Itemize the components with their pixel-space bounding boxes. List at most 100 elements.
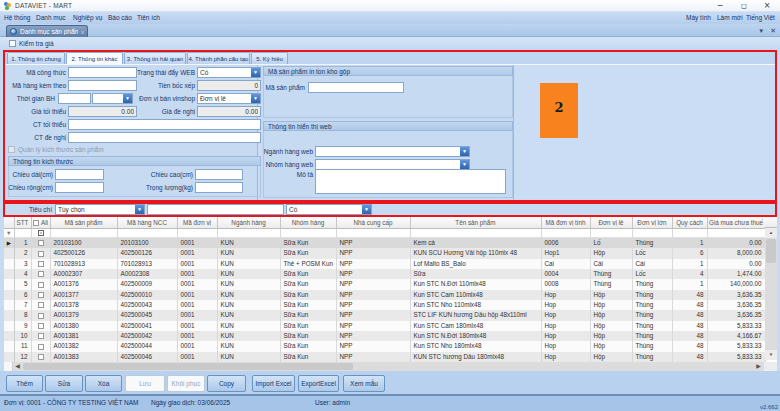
horizontal-scrollbar[interactable]: ◀ ▶ xyxy=(4,362,777,371)
cell-select[interactable] xyxy=(31,341,50,351)
row-checkbox[interactable] xyxy=(38,251,44,257)
cell-select[interactable] xyxy=(31,279,50,289)
action-button-7[interactable]: Import Excel xyxy=(252,375,295,392)
menu-item-right-2[interactable]: Làm mới xyxy=(717,12,743,24)
nhom-hang-web-dropdown-icon[interactable]: ▼ xyxy=(460,160,469,169)
grid-filter-cell-5[interactable] xyxy=(177,229,217,238)
detail-tab-5[interactable]: 5. Ký hiệu xyxy=(251,52,288,64)
row-checkbox[interactable] xyxy=(38,271,44,277)
tab-list-dropdown-icon[interactable]: ▼ xyxy=(758,28,764,34)
quan-ly-kich-thuoc-checkbox-box[interactable] xyxy=(8,146,15,153)
document-tab-close-icon[interactable]: x xyxy=(81,29,84,35)
action-button-3[interactable]: Xóa xyxy=(85,375,122,392)
tieu-chi-text-input[interactable] xyxy=(147,204,284,215)
gia-toi-thieu-input[interactable] xyxy=(68,106,137,117)
menu-item-right-1[interactable]: Máy tính xyxy=(686,12,711,24)
cell-select[interactable] xyxy=(31,238,50,249)
cell-select[interactable] xyxy=(31,269,50,279)
filter-all-checkbox[interactable] xyxy=(38,230,44,236)
scroll-up-icon[interactable]: ▲ xyxy=(765,228,777,238)
grid-filter-cell-13[interactable] xyxy=(672,229,707,238)
grid-column-header-9[interactable]: Tên sản phẩm xyxy=(410,217,541,229)
grid-filter-cell-10[interactable] xyxy=(541,229,590,238)
ct-toi-thieu-input[interactable] xyxy=(68,119,261,130)
check-price-checkbox-box[interactable] xyxy=(9,40,16,47)
trong-luong-input[interactable] xyxy=(195,182,243,193)
action-button-1[interactable]: Thêm xyxy=(6,375,43,392)
menu-item-4[interactable]: Báo cáo xyxy=(108,12,132,24)
row-checkbox[interactable] xyxy=(38,323,44,329)
grid-column-header-14[interactable]: Giá mua chưa thuế xyxy=(707,217,765,229)
scroll-right-icon[interactable]: ▶ xyxy=(754,362,763,371)
scroll-down-icon[interactable]: ▼ xyxy=(765,350,777,360)
trang-thai-web-dropdown-icon[interactable]: ▼ xyxy=(251,68,260,77)
cell-select[interactable] xyxy=(31,352,50,362)
cell-select[interactable] xyxy=(31,248,50,258)
action-button-4[interactable]: Lưu xyxy=(125,375,165,392)
menu-item-right-3[interactable]: Tiếng Việt xyxy=(746,12,775,24)
grid-column-header-5[interactable]: Mã đơn vị xyxy=(177,217,217,229)
grid-column-header-11[interactable]: Đơn vị lẻ xyxy=(590,217,632,229)
menu-item-3[interactable]: Nghiệp vụ xyxy=(73,12,102,24)
document-tab-danh-muc-san-pham[interactable]: Danh mục sản phẩm x xyxy=(6,25,88,37)
ma-hang-kem-theo-input[interactable] xyxy=(68,80,137,91)
cell-select[interactable] xyxy=(31,321,50,331)
table-row-5[interactable]: 5A0013764025000090001KUNSữa KunNPPKun ST… xyxy=(4,279,765,289)
action-button-6[interactable]: Copy xyxy=(207,375,246,392)
close-button[interactable]: × xyxy=(759,0,775,12)
cell-select[interactable] xyxy=(31,290,50,300)
menu-item-2[interactable]: Danh mục xyxy=(36,12,66,24)
action-button-5[interactable]: Khôi phục xyxy=(167,375,205,392)
action-button-8[interactable]: ExportExcel xyxy=(298,375,339,392)
grid-filter-cell-6[interactable] xyxy=(217,229,280,238)
grid-filter-cell-1[interactable] xyxy=(14,229,31,238)
grid-filter-cell-8[interactable] xyxy=(336,229,410,238)
row-checkbox[interactable] xyxy=(38,240,44,246)
row-checkbox[interactable] xyxy=(38,313,44,319)
table-row-10[interactable]: 10A0013814025000420001KUNSữa KunNPPKun S… xyxy=(4,331,765,341)
grid-column-header-6[interactable]: Ngành hàng xyxy=(217,217,280,229)
tieu-chi-bool-dropdown-icon[interactable]: ▼ xyxy=(362,205,371,214)
cell-select[interactable] xyxy=(31,259,50,269)
grid-column-header-13[interactable]: Quy cách xyxy=(672,217,707,229)
check-price-checkbox[interactable]: Kiểm tra giá xyxy=(9,40,54,47)
tab-strip-close-icon[interactable]: ✕ xyxy=(770,27,776,35)
chieu-cao-input[interactable] xyxy=(195,169,243,180)
vertical-scrollbar-thumb[interactable] xyxy=(766,239,776,263)
table-row-11[interactable]: 11A0013824025000440001KUNSữa KunNPPKun S… xyxy=(4,341,765,351)
maximize-button[interactable]: ◻ xyxy=(736,0,752,12)
row-checkbox[interactable] xyxy=(38,282,44,288)
grid-filter-cell-14[interactable] xyxy=(707,229,765,238)
tieu-chi-criteria-combo[interactable]: Tùy chọn ▼ xyxy=(55,204,145,215)
row-checkbox[interactable] xyxy=(38,292,44,298)
trang-thai-web-combo[interactable]: Có ▼ xyxy=(197,67,261,78)
grid-filter-cell-9[interactable] xyxy=(410,229,541,238)
chieu-rong-input[interactable] xyxy=(55,182,104,193)
table-row-2[interactable]: 24025001264025001260001KUNSữa KunNPPKUN … xyxy=(4,248,765,258)
grid-column-header-7[interactable]: Nhóm hàng xyxy=(280,217,336,229)
ma-san-pham-input[interactable] xyxy=(308,82,404,93)
grid-column-header-12[interactable]: Đơn vị lớn xyxy=(632,217,672,229)
grid-filter-cell-7[interactable] xyxy=(280,229,336,238)
ma-cong-thuc-input[interactable] xyxy=(68,67,137,78)
thoi-gian-bh-input[interactable] xyxy=(58,93,91,104)
tieu-chi-criteria-dropdown-icon[interactable]: ▼ xyxy=(135,205,144,214)
detail-tab-2[interactable]: 2. Thông tin khác xyxy=(66,52,123,64)
mo-ta-textarea[interactable] xyxy=(315,169,506,194)
don-vi-ban-vinshop-dropdown-icon[interactable]: ▼ xyxy=(251,94,260,103)
chieu-dai-input[interactable] xyxy=(55,169,104,180)
select-all-checkbox[interactable] xyxy=(33,220,39,226)
row-checkbox[interactable] xyxy=(38,344,44,350)
thoi-gian-bh-unit-combo[interactable]: ▼ xyxy=(92,93,133,104)
quan-ly-kich-thuoc-checkbox[interactable]: Quản lý kích thước sản phẩm xyxy=(8,146,104,153)
row-checkbox[interactable] xyxy=(38,333,44,339)
row-checkbox[interactable] xyxy=(38,261,44,267)
table-row-1[interactable]: ▶120103100201031000001KUNSữa KunNPPKem c… xyxy=(4,238,765,249)
grid-column-header-3[interactable]: Mã sản phẩm xyxy=(50,217,117,229)
gia-de-nghi-input[interactable] xyxy=(197,106,261,117)
tieu-chi-bool-combo[interactable]: Có ▼ xyxy=(286,204,372,215)
detail-tab-1[interactable]: 1. Thông tin chung xyxy=(7,52,65,64)
row-checkbox[interactable] xyxy=(38,302,44,308)
nganh-hang-web-combo[interactable]: ▼ xyxy=(315,146,470,157)
grid-column-header-1[interactable]: STT xyxy=(14,217,31,229)
